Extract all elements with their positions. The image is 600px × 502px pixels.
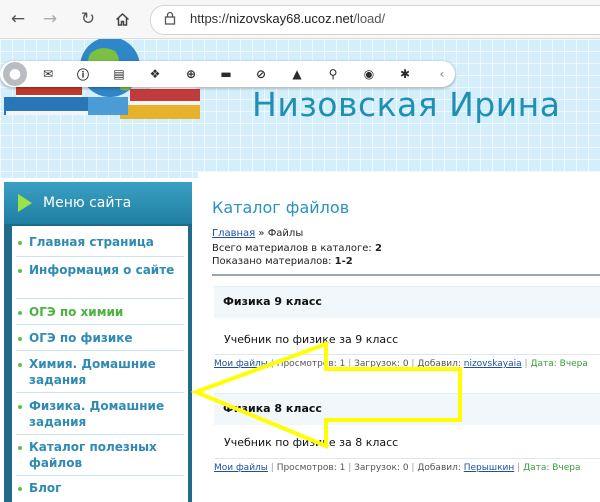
shown-label: Показано материалов: (212, 256, 335, 267)
sidebar-item-chemistry-homework[interactable]: Химия. Домашние задания (16, 356, 184, 393)
puzzle-icon[interactable]: ❖ (147, 66, 163, 82)
page-title: Каталог файлов (212, 198, 350, 217)
bullet-icon (18, 487, 22, 491)
site-title[interactable]: Низовская Ирина (252, 85, 560, 124)
entry-meta: Мои файлы | Просмотров: 1 | Загрузок: 0 … (214, 359, 588, 369)
date-value: Вчера (559, 359, 588, 369)
site-header: Низовская Ирина (0, 39, 600, 178)
bullet-icon (18, 337, 22, 341)
downloads-count: 0 (402, 359, 409, 369)
chevron-right-icon (18, 194, 32, 212)
sidebar-item-oge-physics[interactable]: ОГЭ по физике (16, 330, 184, 351)
browser-toolbar: ← → ↻ https://nizovskay68.ucoz.net/load/ (0, 0, 600, 39)
sidebar-item-blog[interactable]: Блог (16, 480, 184, 500)
chevron-left-icon[interactable]: ‹ (434, 66, 450, 82)
shown-value: 1-2 (334, 256, 353, 267)
url-text[interactable]: https://nizovskay68.ucoz.net/load/ (190, 11, 385, 26)
bullet-icon (18, 363, 22, 367)
downloads-label: Загрузок: (354, 463, 403, 473)
shown-materials: Показано материалов: 1-2 (212, 256, 353, 267)
home-icon[interactable] (110, 7, 134, 31)
sidebar-item-oge-chemistry[interactable]: ОГЭ по химии (16, 304, 184, 325)
category-link[interactable]: Мои файлы (214, 359, 268, 369)
bullet-icon (18, 241, 22, 245)
bell-icon[interactable]: ▲ (289, 66, 305, 82)
info-icon[interactable]: ⓘ (75, 66, 91, 82)
sidebar: Меню сайта Главная страница Информация о… (4, 182, 192, 502)
entry-description: Учебник по физике за 9 класс (224, 333, 399, 346)
entry-title-bar: Физика 8 класс (214, 393, 600, 425)
url-path: /load/ (353, 11, 386, 26)
breadcrumb: Главная » Файлы (212, 228, 303, 239)
url-domain: nizovskay68.ucoz.net (229, 11, 354, 26)
sidebar-item-label: Каталог полезных файлов (29, 440, 157, 470)
lock-icon[interactable] (161, 8, 179, 28)
search-icon[interactable]: ⚲ (325, 66, 341, 82)
add-icon[interactable]: ⊕ (183, 66, 199, 82)
added-by-label: Добавил: (417, 463, 464, 473)
entry-meta: Мои файлы | Просмотров: 1 | Загрузок: 0 … (214, 463, 581, 473)
sidebar-item-label: Химия. Домашние задания (29, 357, 156, 387)
entry-title-link[interactable]: Физика 9 класс (223, 295, 322, 308)
divider (212, 274, 600, 276)
views-label: Просмотров: (276, 359, 340, 369)
menu-header: Меню сайта (4, 182, 192, 224)
reload-icon[interactable]: ↻ (76, 7, 100, 31)
category-link[interactable]: Мои файлы (214, 463, 268, 473)
added-by-label: Добавил: (417, 359, 464, 369)
breadcrumb-separator: » (255, 228, 268, 239)
bullet-icon (18, 446, 22, 450)
entry-description: Учебник по физике за 8 класс (224, 436, 399, 449)
date-label: Дата: (530, 359, 560, 369)
total-label: Всего материалов в каталоге: (212, 243, 375, 254)
sidebar-item-label: Физика. Домашние задания (29, 399, 165, 429)
author-link[interactable]: Перышкин (464, 463, 515, 473)
sidebar-item-useful-files[interactable]: Каталог полезных файлов (16, 439, 184, 476)
author-link[interactable]: nizovskayaia (464, 359, 522, 369)
folder-icon[interactable]: ▬ (218, 66, 234, 82)
views-count: 1 (339, 359, 346, 369)
main-content: Каталог файлов Главная » Файлы Всего мат… (198, 172, 600, 497)
views-label: Просмотров: (276, 463, 340, 473)
sidebar-item-label: ОГЭ по химии (29, 305, 124, 319)
sidebar-item-label: ОГЭ по физике (29, 331, 133, 345)
entry-title-bar: Физика 9 класс (214, 286, 600, 318)
sidebar-item-label: Информация о сайте (29, 263, 175, 277)
menu-title: Меню сайта (43, 195, 132, 211)
eye-icon[interactable]: ◉ (361, 66, 377, 82)
total-materials: Всего материалов в каталоге: 2 (212, 243, 382, 254)
back-icon[interactable]: ← (6, 7, 30, 31)
sidebar-item-label: Блог (29, 481, 62, 495)
bullet-icon (18, 311, 22, 315)
bullet-icon (18, 405, 22, 409)
sidebar-item-label: Главная страница (29, 235, 154, 249)
date-label: Дата: (523, 463, 553, 473)
breadcrumb-home-link[interactable]: Главная (212, 228, 255, 239)
sidebar-item-home[interactable]: Главная страница (16, 234, 184, 257)
divider (214, 458, 600, 459)
bullet-icon (18, 269, 22, 273)
sidebar-item-about[interactable]: Информация о сайте (16, 262, 184, 299)
avatar-icon[interactable]: ● (3, 62, 27, 86)
date-value: Вчера (552, 463, 581, 473)
views-count: 1 (339, 463, 346, 473)
gear-icon[interactable]: ✱ (397, 66, 413, 82)
forward-icon[interactable]: → (38, 7, 62, 31)
sidebar-item-physics-homework[interactable]: Физика. Домашние задания (16, 398, 184, 435)
divider (214, 354, 600, 355)
mail-icon[interactable]: ✉ (40, 66, 56, 82)
menu-list: Главная страница Информация о сайте ОГЭ … (12, 226, 188, 502)
url-scheme: https:// (190, 11, 230, 26)
downloads-count: 0 (402, 463, 409, 473)
breadcrumb-current: Файлы (267, 228, 304, 239)
downloads-label: Загрузок: (354, 359, 403, 369)
entry-title-link[interactable]: Физика 8 класс (223, 402, 322, 415)
block-icon[interactable]: ⊘ (253, 66, 269, 82)
document-icon[interactable]: ▤ (111, 66, 127, 82)
total-value: 2 (374, 243, 382, 254)
